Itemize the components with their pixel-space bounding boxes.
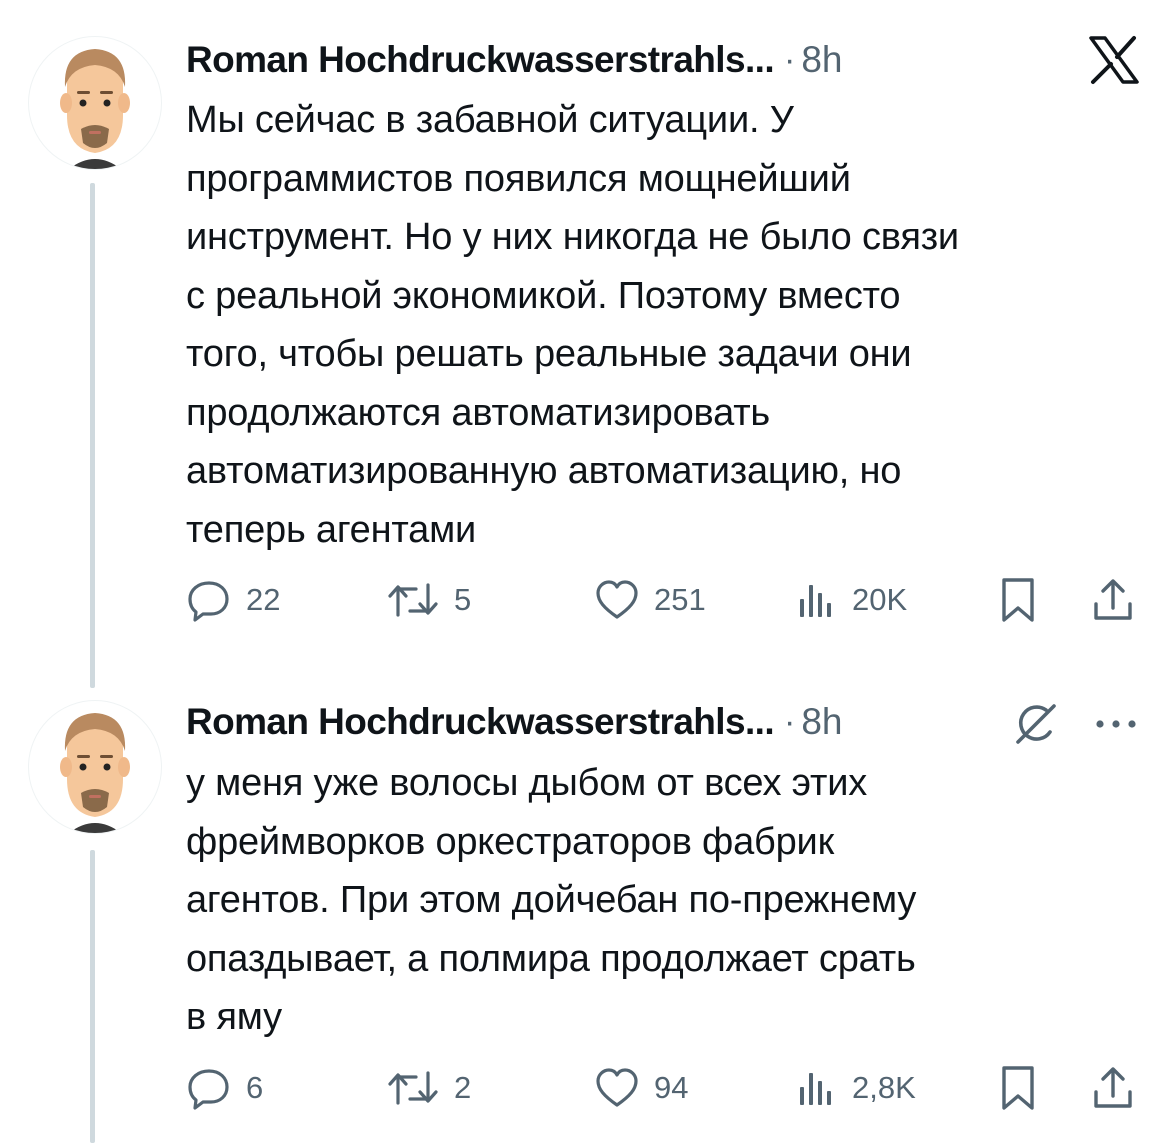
views-button[interactable]: 20K [794, 575, 907, 625]
views-button[interactable]: 2,8K [794, 1063, 916, 1113]
repost-button[interactable]: 2 [386, 1063, 471, 1113]
author-name[interactable]: Roman Hochdruckwasserstrahls... [186, 701, 775, 743]
more-icon[interactable] [1092, 708, 1140, 740]
tweet-actions: 22 5 251 20K [186, 575, 1146, 625]
avatar[interactable] [28, 36, 162, 170]
heart-icon [596, 580, 638, 619]
views-count: 2,8K [852, 1070, 916, 1105]
separator-dot: · [784, 702, 796, 741]
views-icon [800, 585, 831, 617]
timestamp[interactable]: 8h [801, 701, 842, 743]
grok-icon[interactable] [1010, 700, 1062, 748]
x-logo-icon [1086, 34, 1142, 86]
share-icon [1094, 1067, 1132, 1108]
separator-dot: · [784, 40, 796, 79]
like-count: 94 [654, 1070, 689, 1105]
bookmark-button[interactable] [998, 575, 1038, 625]
thread-line-upper [90, 183, 95, 688]
repost-count: 2 [454, 1070, 472, 1105]
like-count: 251 [654, 582, 706, 617]
reply-button[interactable]: 22 [186, 575, 280, 625]
share-button[interactable] [1090, 1063, 1136, 1113]
tweet-header: Roman Hochdruckwasserstrahls... · 8h [186, 692, 842, 752]
share-icon [1094, 579, 1132, 620]
bookmark-icon [1002, 1066, 1034, 1110]
author-name[interactable]: Roman Hochdruckwasserstrahls... [186, 39, 775, 81]
reply-icon [188, 581, 229, 622]
bookmark-button[interactable] [998, 1063, 1038, 1113]
reply-icon [188, 1069, 229, 1110]
like-button[interactable]: 251 [594, 575, 706, 625]
tweet-text: Мы сейчас в забавной ситуации. У програм… [186, 99, 959, 551]
tweet-header: Roman Hochdruckwasserstrahls... · 8h [186, 30, 842, 90]
tweet-actions: 6 2 94 2,8K [186, 1063, 1146, 1113]
bookmark-icon [1002, 578, 1034, 622]
views-count: 20K [852, 582, 908, 617]
share-button[interactable] [1090, 575, 1136, 625]
heart-icon [596, 1068, 638, 1107]
avatar[interactable] [28, 700, 162, 834]
like-button[interactable]: 94 [594, 1063, 688, 1113]
tweet-text: у меня уже волосы дыбом от всех этих фре… [186, 762, 917, 1038]
repost-icon [388, 1071, 438, 1105]
reply-button[interactable]: 6 [186, 1063, 263, 1113]
reply-count: 6 [246, 1070, 264, 1105]
views-icon [800, 1073, 831, 1105]
timestamp[interactable]: 8h [801, 39, 842, 81]
repost-count: 5 [454, 582, 472, 617]
thread-line-lower [90, 850, 95, 1143]
repost-icon [388, 583, 438, 617]
reply-count: 22 [246, 582, 281, 617]
repost-button[interactable]: 5 [386, 575, 471, 625]
